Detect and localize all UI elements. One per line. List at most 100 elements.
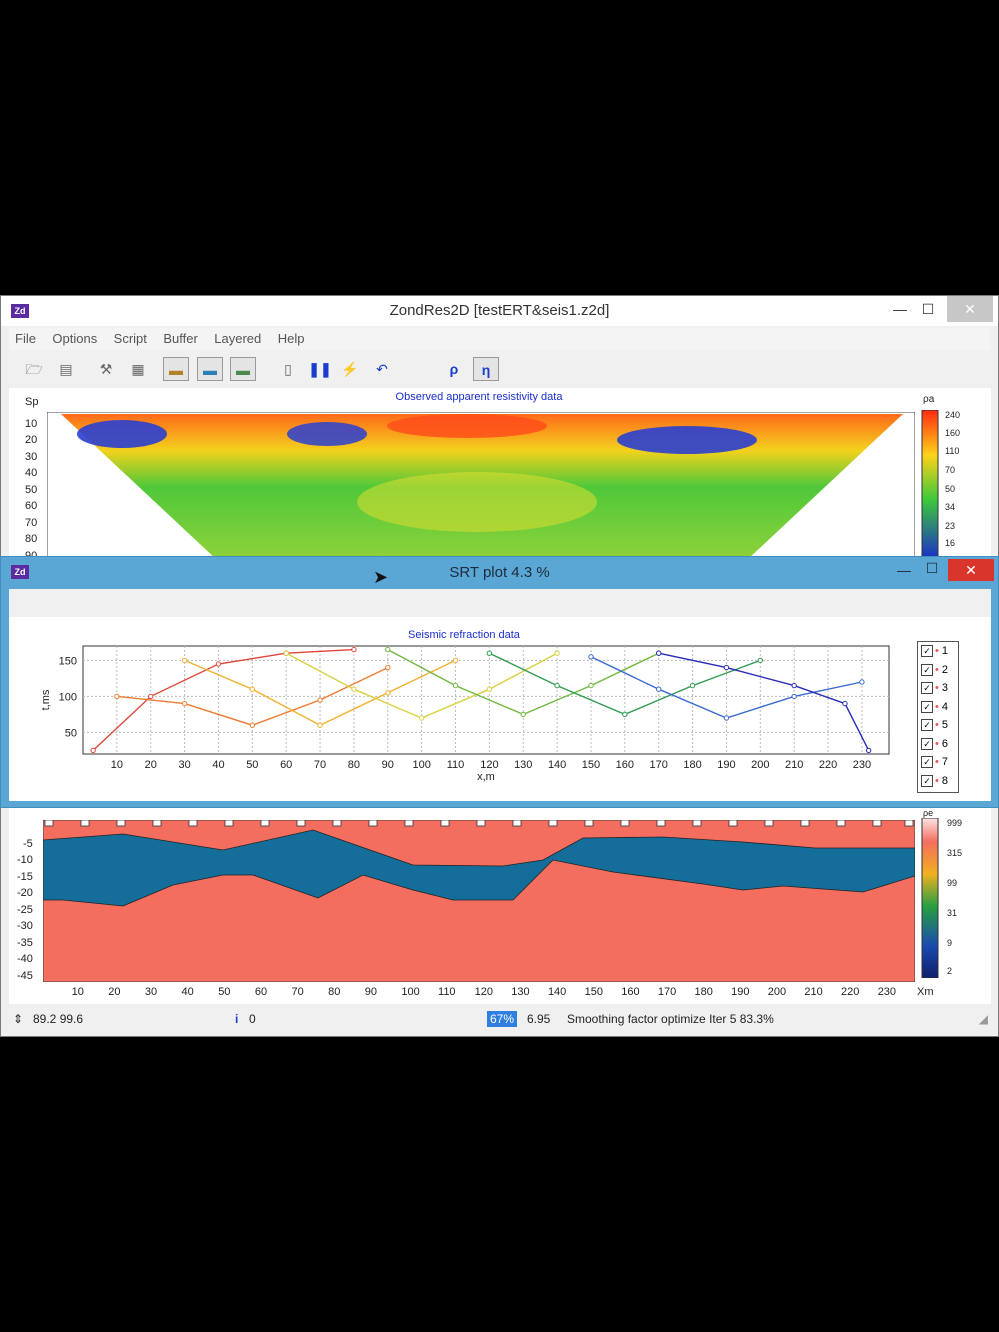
x-tick: 150 (584, 986, 603, 998)
colorbar-tick: 50 (945, 484, 956, 494)
x-tick: 90 (364, 986, 377, 998)
eta-button[interactable]: η (473, 357, 499, 381)
view-3-icon: ▬ (236, 362, 250, 378)
data-point (520, 711, 526, 718)
srt-legend: ✓ • 1 ✓ • 2 ✓ • 3 ✓ • 4 ✓ • 5 ✓ • 6 ✓ • 7 ✓ • 8 (917, 641, 959, 793)
x-tick: 140 (547, 986, 567, 998)
data-point (385, 646, 391, 653)
checkbox-icon[interactable]: ✓ (921, 774, 933, 787)
checkbox-icon[interactable]: ✓ (921, 682, 933, 695)
undo-icon: ↶ (376, 361, 388, 377)
data-point (622, 711, 628, 718)
window-title: ZondRes2D [testERT&seis1.z2d] (389, 302, 610, 319)
checkbox-icon[interactable]: ✓ (921, 700, 933, 713)
y-tick: 50 (25, 484, 38, 496)
save-button[interactable]: ▤ (53, 357, 79, 381)
x-tick-label: 230 (853, 759, 871, 771)
tools-button[interactable]: ⚒ (93, 357, 119, 381)
data-point (656, 686, 662, 692)
view-3-button[interactable]: ▬ (230, 357, 256, 381)
menu-help[interactable]: Help (272, 328, 311, 350)
srt-chart[interactable]: 10 20 30 40 50 60 70 80 90 100 110 120 130 140 150 160 1… (9, 641, 915, 801)
legend-item[interactable]: ✓ • 8 (918, 772, 958, 791)
x-tick-label: 20 (145, 759, 157, 771)
x-tick-label: 160 (616, 759, 634, 771)
model-colorbar-label: ρe (923, 808, 934, 818)
checkbox-icon[interactable]: ✓ (921, 756, 933, 769)
status-info-value: 0 (249, 1012, 256, 1026)
page-button[interactable]: ▯ (275, 357, 301, 381)
srt-maximize-button[interactable]: ☐ (913, 555, 951, 581)
srt-plot-window[interactable]: Zd SRT plot 4.3 % — ☐ ✕ ➤ Seismic refrac… (0, 556, 999, 808)
legend-item[interactable]: ✓ • 7 (918, 753, 958, 772)
inversion-1d-button[interactable]: ⚡ (337, 357, 363, 381)
colorbar-tick: 110 (945, 446, 960, 456)
menu-script[interactable]: Script (108, 328, 153, 350)
srt-window-title: SRT plot 4.3 % (449, 564, 550, 581)
view-1-button[interactable]: ▬ (163, 357, 189, 381)
legend-item[interactable]: ✓ • 5 (918, 716, 958, 735)
menu-layered[interactable]: Layered (208, 328, 267, 350)
data-point (554, 682, 560, 689)
close-button[interactable]: ✕ (947, 296, 993, 322)
resize-grip-icon[interactable]: ◢ (979, 1011, 988, 1027)
x-tick-label: 190 (717, 759, 735, 771)
legend-item[interactable]: ✓ • 3 (918, 679, 958, 698)
model-section[interactable] (43, 820, 915, 982)
legend-label: 7 (941, 756, 949, 768)
checkbox-icon[interactable]: ✓ (921, 719, 933, 732)
menu-file[interactable]: File (9, 328, 42, 350)
inversion-1d-icon: ⚡ (341, 361, 359, 377)
menu-buffer[interactable]: Buffer (157, 328, 203, 350)
pause-button[interactable]: ❚❚ (307, 357, 333, 381)
legend-label: 3 (941, 682, 949, 694)
legend-item[interactable]: ✓ • 2 (918, 661, 958, 680)
x-tick: 200 (767, 986, 787, 998)
legend-label: 1 (941, 645, 949, 657)
menu-bar: File Options Script Buffer Layered Help (9, 328, 990, 350)
x-tick-label: 120 (480, 759, 498, 771)
colorbar-label: ρa (923, 394, 935, 405)
toolbar: 🗁 ▤ ⚒ ▦ ▬ ▬ ▬ ▯ ❚❚ ⚡ ↶ ρ η (9, 352, 990, 386)
x-tick-label: 80 (348, 759, 360, 771)
srt-close-button[interactable]: ✕ (948, 559, 994, 581)
checkbox-icon[interactable]: ✓ (921, 645, 933, 658)
colorbar-tick: 99 (947, 878, 958, 888)
x-tick-label: 180 (683, 759, 701, 771)
checkbox-icon[interactable]: ✓ (921, 663, 933, 676)
table-button[interactable]: ▦ (125, 357, 151, 381)
y-tick: -10 (17, 854, 33, 866)
data-point (757, 657, 764, 664)
resistivity-section[interactable] (47, 412, 915, 560)
data-point (317, 722, 323, 728)
y-tick: -45 (17, 970, 33, 982)
legend-item[interactable]: ✓ • 6 (918, 735, 958, 754)
data-point (181, 700, 188, 707)
x-tick-label: 210 (785, 759, 803, 771)
data-point (452, 657, 459, 664)
tools-icon: ⚒ (99, 361, 113, 377)
legend-item[interactable]: ✓ • 1 (918, 642, 958, 661)
x-tick: 220 (841, 986, 860, 998)
data-point (90, 747, 96, 754)
data-point (385, 690, 391, 696)
undo-button[interactable]: ↶ (369, 357, 395, 381)
colorbar-tick: 23 (945, 521, 956, 531)
srt-client-area: Seismic refraction data 10 20 30 40 50 60 70 80… (9, 589, 991, 801)
x-tick: 190 (731, 986, 750, 998)
y-tick: -15 (17, 871, 33, 883)
data-point (859, 679, 865, 685)
y-tick: 40 (25, 467, 38, 479)
checkbox-icon[interactable]: ✓ (921, 737, 933, 750)
x-tick-label: 140 (548, 759, 566, 771)
data-point (486, 686, 493, 692)
legend-item[interactable]: ✓ • 4 (918, 698, 958, 717)
rho-button[interactable]: ρ (441, 357, 467, 381)
title-bar[interactable]: Zd ZondRes2D [testERT&seis1.z2d] — ☐ ✕ (1, 296, 998, 326)
open-button[interactable]: 🗁 (21, 357, 47, 381)
maximize-button[interactable]: ☐ (909, 296, 947, 322)
menu-options[interactable]: Options (46, 328, 103, 350)
view-2-button[interactable]: ▬ (197, 357, 223, 381)
data-point (842, 700, 848, 707)
x-tick: 170 (657, 986, 677, 998)
